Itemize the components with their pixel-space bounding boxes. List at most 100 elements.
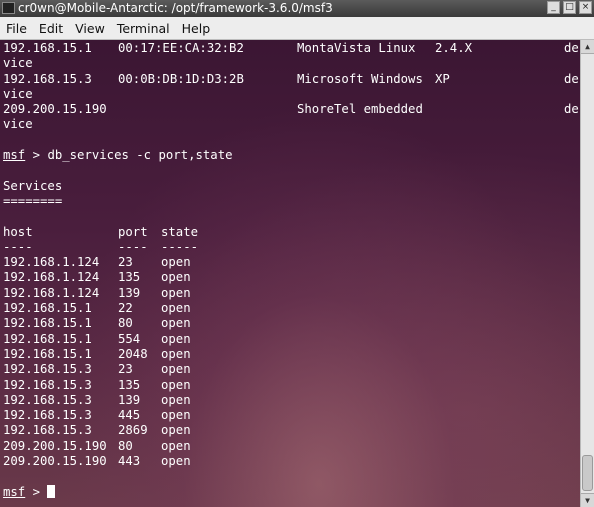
service-row: 209.200.15.190 443 open	[3, 454, 579, 469]
service-state: open	[161, 362, 191, 377]
service-row: 192.168.15.1 2048 open	[3, 347, 579, 362]
vertical-scrollbar[interactable]: ▲ ▼	[580, 40, 594, 507]
service-host: 192.168.1.124	[3, 255, 100, 270]
service-host: 192.168.15.1	[3, 346, 92, 361]
service-host: 192.168.15.3	[3, 408, 92, 423]
service-port: 443	[118, 454, 141, 469]
service-port: 139	[118, 285, 141, 300]
services-underline: ========	[3, 193, 63, 208]
host-os: Microsoft Windows	[297, 71, 423, 86]
scroll-down-arrow-icon[interactable]: ▼	[581, 493, 594, 507]
service-port: 135	[118, 270, 141, 285]
service-port: 22	[118, 301, 133, 316]
host-purpose-wrap: vice	[3, 117, 33, 132]
service-state: open	[161, 301, 191, 316]
terminal-output[interactable]: 192.168.15.1 00:17:EE:CA:32:B2 MontaVist…	[0, 40, 580, 507]
service-state: open	[161, 423, 191, 438]
service-host: 192.168.1.124	[3, 270, 100, 285]
terminal-window-icon[interactable]	[2, 2, 15, 14]
service-port: 2048	[118, 346, 148, 361]
scrollbar-thumb[interactable]	[582, 455, 593, 491]
service-state: open	[161, 255, 191, 270]
host-purpose-wrap: vice	[3, 56, 33, 71]
service-port: 445	[118, 408, 141, 423]
service-state: open	[161, 331, 191, 346]
service-state: open	[161, 316, 191, 331]
service-row: 192.168.15.3 23 open	[3, 362, 579, 377]
prompt-separator: >	[25, 148, 48, 163]
service-host: 192.168.15.3	[3, 423, 92, 438]
service-host: 209.200.15.190	[3, 438, 107, 453]
service-port: 139	[118, 392, 141, 407]
service-port: 135	[118, 377, 141, 392]
service-host: 192.168.15.3	[3, 362, 92, 377]
wrapped-line: vice	[3, 87, 579, 102]
host-os: MontaVista Linux	[297, 41, 416, 55]
window-titlebar[interactable]: cr0wn@Mobile-Antarctic: /opt/framework-3…	[0, 0, 594, 17]
service-row: 192.168.15.3 135 open	[3, 378, 579, 393]
services-header-rule: ---- ---- -----	[3, 240, 579, 255]
rule-state: -----	[161, 239, 199, 254]
service-host: 209.200.15.190	[3, 454, 107, 469]
menu-edit[interactable]: Edit	[33, 21, 69, 36]
host-row: 192.168.15.3 00:0B:DB:1D:D3:2B Microsoft…	[3, 72, 579, 87]
services-header: host port state	[3, 225, 579, 240]
window-title: cr0wn@Mobile-Antarctic: /opt/framework-3…	[18, 1, 333, 15]
host-ip: 192.168.15.3	[3, 71, 92, 86]
service-port: 2869	[118, 423, 148, 438]
window-controls: _ □ ×	[547, 1, 592, 14]
service-row: 192.168.15.3 2869 open	[3, 423, 579, 438]
wrapped-line: vice	[3, 117, 579, 132]
service-host: 192.168.15.3	[3, 377, 92, 392]
service-port: 554	[118, 331, 141, 346]
host-mac: 00:0B:DB:1D:D3:2B	[118, 71, 244, 86]
host-mac: 00:17:EE:CA:32:B2	[118, 41, 244, 55]
menu-bar: File Edit View Terminal Help	[0, 17, 594, 40]
minimize-icon[interactable]: _	[547, 1, 560, 14]
wrapped-line: vice	[3, 56, 579, 71]
service-row: 192.168.1.124 23 open	[3, 255, 579, 270]
msf-prompt: msf	[3, 484, 26, 499]
rule-port: ----	[118, 239, 148, 254]
service-host: 192.168.15.1	[3, 331, 92, 346]
services-table-body: 192.168.1.124 23 open 192.168.1.124 135 open 1…	[3, 255, 579, 469]
maximize-icon[interactable]: □	[563, 1, 576, 14]
menu-file[interactable]: File	[0, 21, 33, 36]
service-row: 192.168.15.3 445 open	[3, 408, 579, 423]
service-row: 209.200.15.190 80 open	[3, 439, 579, 454]
scroll-up-arrow-icon[interactable]: ▲	[581, 40, 594, 54]
menu-help[interactable]: Help	[176, 21, 217, 36]
host-purpose: de	[564, 41, 579, 55]
rule-host: ----	[3, 239, 33, 254]
text-cursor	[47, 484, 56, 498]
prompt-line[interactable]: msf >	[3, 484, 579, 500]
host-ip: 209.200.15.190	[3, 102, 107, 117]
host-os-version: XP	[435, 71, 450, 86]
service-state: open	[161, 392, 191, 407]
service-host: 192.168.15.1	[3, 301, 92, 316]
service-row: 192.168.15.1 554 open	[3, 332, 579, 347]
service-row: 192.168.1.124 135 open	[3, 270, 579, 285]
header-state: state	[161, 224, 199, 239]
service-state: open	[161, 270, 191, 285]
header-host: host	[3, 224, 33, 239]
service-state: open	[161, 285, 191, 300]
service-port: 80	[118, 316, 133, 331]
host-purpose: de	[564, 102, 579, 117]
service-row: 192.168.1.124 139 open	[3, 286, 579, 301]
close-icon[interactable]: ×	[579, 1, 592, 14]
services-title: Services	[3, 178, 63, 193]
service-host: 192.168.1.124	[3, 285, 100, 300]
service-port: 23	[118, 255, 133, 270]
menu-view[interactable]: View	[69, 21, 111, 36]
host-row: 209.200.15.190 ShoreTel embedded de	[3, 102, 579, 117]
msf-prompt: msf	[3, 148, 26, 163]
service-state: open	[161, 346, 191, 361]
host-row: 192.168.15.1 00:17:EE:CA:32:B2 MontaVist…	[3, 41, 579, 56]
host-ip: 192.168.15.1	[3, 41, 92, 55]
menu-terminal[interactable]: Terminal	[111, 21, 176, 36]
service-state: open	[161, 408, 191, 423]
service-row: 192.168.15.3 139 open	[3, 393, 579, 408]
